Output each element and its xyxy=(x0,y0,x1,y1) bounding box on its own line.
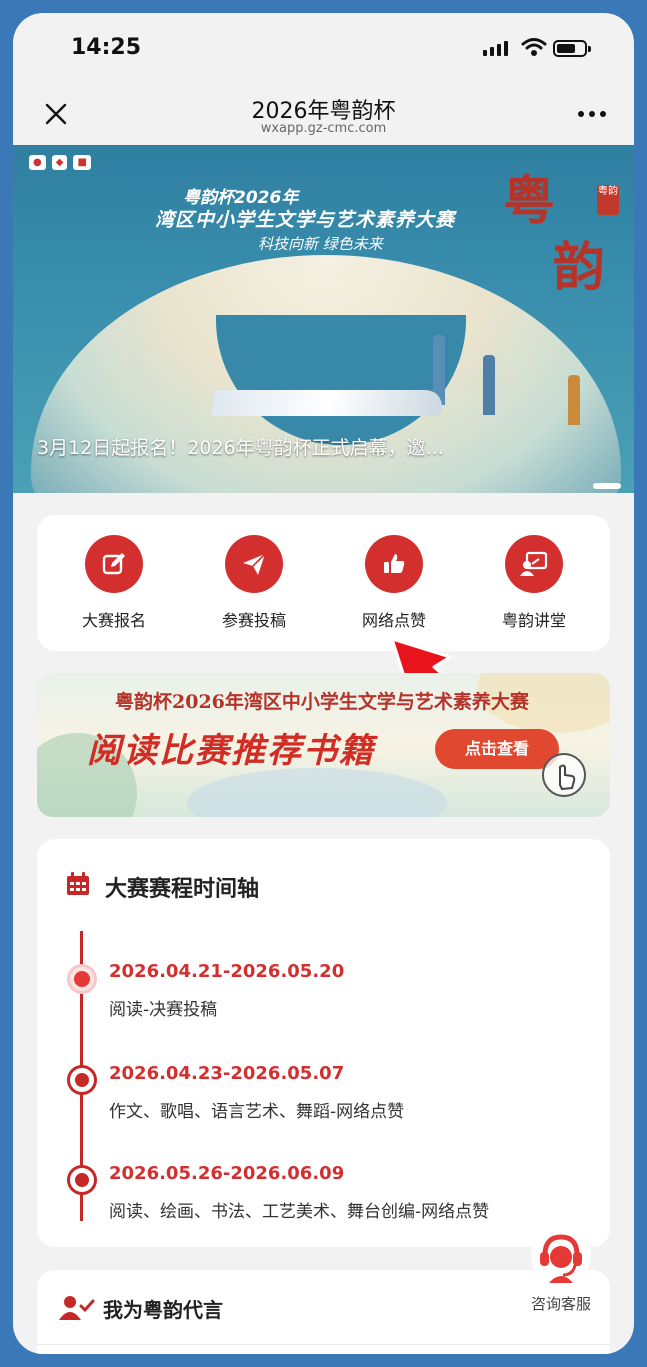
thumbs-up-icon xyxy=(365,535,423,593)
customer-service-label: 咨询客服 xyxy=(530,1295,591,1313)
lecture-icon xyxy=(505,535,563,593)
divider xyxy=(37,1344,610,1345)
tap-hand-icon xyxy=(542,753,586,797)
timeline-dot xyxy=(67,1065,97,1095)
timeline-text: 阅读、绘画、书法、工艺美术、舞台创编-网络点赞 xyxy=(109,1202,490,1222)
banner-brand-char-1: 粤 xyxy=(503,171,556,232)
paper-plane-icon xyxy=(225,535,283,593)
quick-menu: 大赛报名 参赛投稿 网络点赞 粤韵讲堂 xyxy=(37,515,610,651)
quick-item-register[interactable]: 大赛报名 xyxy=(59,535,169,631)
status-time: 14:25 xyxy=(71,35,142,60)
timeline-text: 作文、歌唱、语言艺术、舞蹈-网络点赞 xyxy=(109,1102,405,1122)
quick-label: 粤韵讲堂 xyxy=(501,611,566,630)
carousel-indicator xyxy=(593,483,621,489)
book-banner-title: 粤韵杯2026年湾区中小学生文学与艺术素养大赛 xyxy=(115,691,529,713)
quick-label: 网络点赞 xyxy=(361,611,426,630)
banner-brand-char-2: 韵 xyxy=(553,237,606,298)
edit-icon xyxy=(85,535,143,593)
sponsor-logos: ● ◆ ■ xyxy=(29,155,91,170)
view-books-button[interactable]: 点击查看 xyxy=(435,729,559,769)
book-banner-headline: 阅读比赛推荐书籍 xyxy=(87,731,375,771)
quick-label: 大赛报名 xyxy=(81,611,146,630)
ambassador-title: 我为粤韵代言 xyxy=(103,1298,223,1322)
timeline-text: 阅读-决赛投稿 xyxy=(109,1000,218,1020)
quick-item-lecture[interactable]: 粤韵讲堂 xyxy=(479,535,589,631)
timeline-title: 大赛赛程时间轴 xyxy=(105,877,260,902)
quick-item-submit[interactable]: 参赛投稿 xyxy=(199,535,309,631)
timeline-dot xyxy=(67,1165,97,1195)
customer-service-button[interactable]: 咨询客服 xyxy=(519,1225,603,1314)
wifi-icon xyxy=(521,38,547,56)
banner-title-2: 湾区中小学生文学与艺术素养大赛 xyxy=(155,209,456,231)
quick-item-vote[interactable]: 网络点赞 xyxy=(339,535,449,631)
signal-icon xyxy=(483,41,508,56)
timeline-date: 2026.04.21-2026.05.20 xyxy=(109,961,345,982)
banner-slogan: 科技向新 绿色未来 xyxy=(258,235,383,253)
nav-bar: 2026年粤韵杯 wxapp.gz-cmc.com xyxy=(13,85,634,145)
timeline-date: 2026.05.26-2026.06.09 xyxy=(109,1163,345,1184)
headset-icon xyxy=(531,1225,591,1285)
more-icon[interactable] xyxy=(578,111,606,117)
page-url: wxapp.gz-cmc.com xyxy=(260,121,387,136)
timeline-dot-active xyxy=(67,964,97,994)
battery-icon xyxy=(553,40,591,57)
train-illustration xyxy=(210,390,446,416)
banner-seal: 粤韵 xyxy=(597,185,619,215)
banner-caption: 3月12日起报名！2026年粤韵杯正式启幕，邀... xyxy=(37,437,444,459)
book-recommend-banner[interactable]: 粤韵杯2026年湾区中小学生文学与艺术素养大赛 阅读比赛推荐书籍 点击查看 xyxy=(37,673,610,817)
calendar-icon xyxy=(67,872,89,895)
timeline-date: 2026.04.23-2026.05.07 xyxy=(109,1063,345,1084)
status-bar: 14:25 xyxy=(13,13,634,85)
schedule-timeline: 大赛赛程时间轴 2026.04.21-2026.05.20 阅读-决赛投稿 20… xyxy=(37,839,610,1247)
user-check-icon xyxy=(59,1296,95,1320)
quick-label: 参赛投稿 xyxy=(221,611,286,630)
phone-screen: 14:25 2026年粤韵杯 wxapp.gz-cmc.com ● ◆ ■ 粤韵杯2 xyxy=(13,13,634,1354)
hero-banner[interactable]: ● ◆ ■ 粤韵杯2026年 湾区中小学生文学与艺术素养大赛 科技向新 绿色未来 粤… xyxy=(13,145,634,493)
